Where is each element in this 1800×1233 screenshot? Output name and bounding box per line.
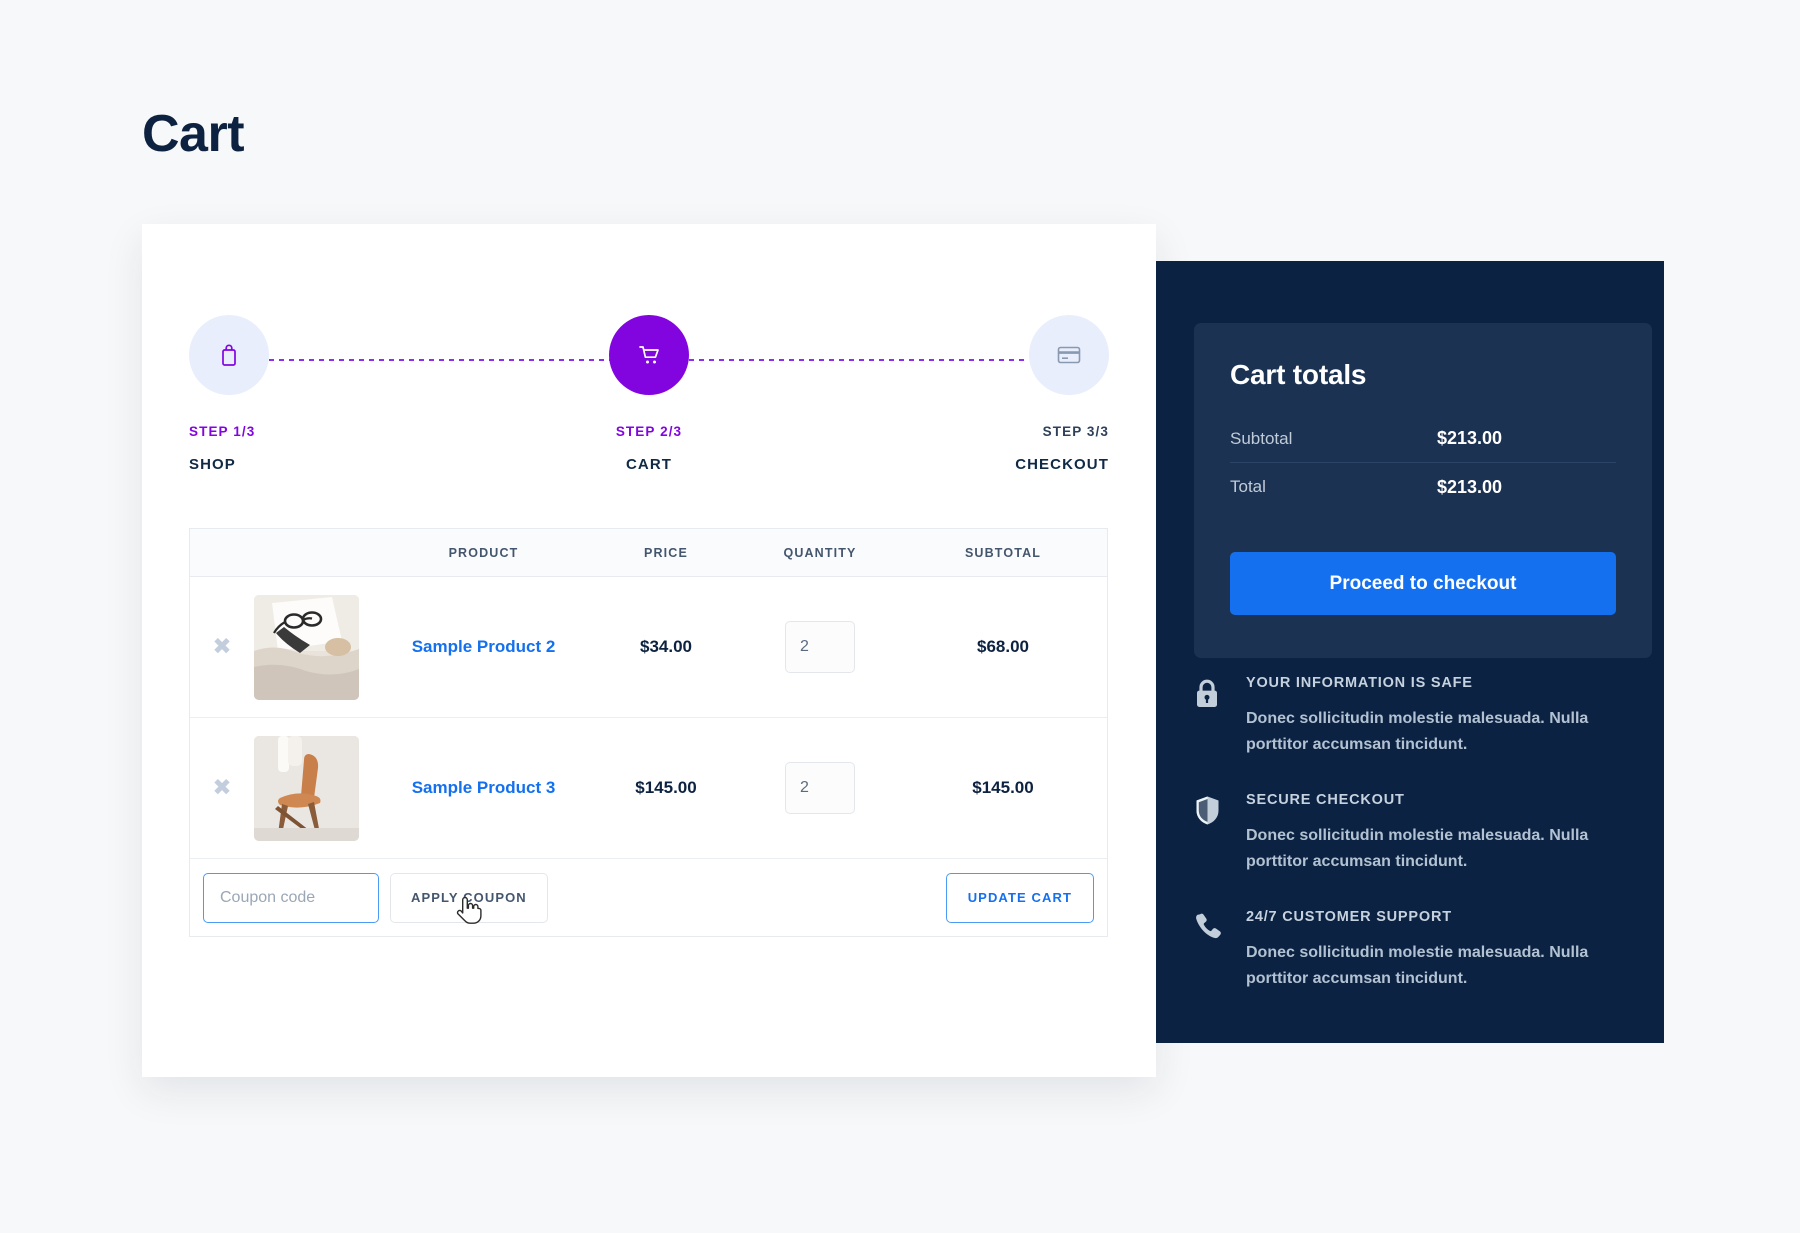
close-icon[interactable]: ✖ bbox=[212, 774, 231, 800]
product-subtotal-cell: $145.00 bbox=[899, 778, 1107, 798]
step-circle-shop[interactable] bbox=[189, 315, 269, 395]
product-thumbnail[interactable] bbox=[254, 735, 376, 841]
product-price: $34.00 bbox=[640, 637, 692, 656]
step-name-shop: SHOP bbox=[189, 456, 236, 473]
total-label: Total bbox=[1230, 477, 1266, 496]
step-number-checkout: STEP 3/3 bbox=[1042, 424, 1109, 439]
shopping-cart-icon bbox=[637, 343, 662, 367]
table-row: ✖ Sample Product 3 $145.00 2 $145.00 bbox=[190, 718, 1107, 859]
quantity-input[interactable] bbox=[785, 621, 855, 673]
header-product: PRODUCT bbox=[448, 545, 519, 560]
step-number-cart: STEP 2/3 bbox=[615, 424, 683, 439]
total-value: $213.00 bbox=[1437, 476, 1503, 497]
coupon-row: APPLY COUPON UPDATE CART bbox=[190, 859, 1107, 936]
badge-text: Donec sollicitudin molestie malesuada. N… bbox=[1246, 826, 1589, 870]
step-circle-checkout[interactable] bbox=[1029, 315, 1109, 395]
subtotal-value: $213.00 bbox=[1437, 428, 1503, 448]
step-label-shop: STEP 1/3 SHOP bbox=[189, 424, 429, 473]
step-circle-cart[interactable] bbox=[609, 315, 689, 395]
product-link[interactable]: Sample Product 2 bbox=[412, 637, 556, 656]
product-subtotal-cell: $68.00 bbox=[899, 637, 1107, 657]
proceed-to-checkout-button[interactable]: Proceed to checkout bbox=[1230, 552, 1616, 615]
lock-icon bbox=[1194, 675, 1246, 758]
cart-items-table: PRODUCT PRICE QUANTITY SUBTOTAL ✖ Sample… bbox=[189, 528, 1108, 937]
product-subtotal: $68.00 bbox=[977, 637, 1029, 656]
phone-icon bbox=[1194, 909, 1246, 992]
trust-badge-information-safe: YOUR INFORMATION IS SAFE Donec sollicitu… bbox=[1194, 675, 1634, 758]
product-thumbnail[interactable] bbox=[254, 594, 376, 700]
trust-badge-secure-checkout: SECURE CHECKOUT Donec sollicitudin moles… bbox=[1194, 792, 1634, 875]
remove-item-button[interactable]: ✖ bbox=[190, 776, 254, 800]
cart-summary-panel: Cart totals Subtotal $213.00 Total $213.… bbox=[1156, 261, 1664, 1043]
product-price-cell: $145.00 bbox=[591, 778, 741, 798]
product-price-cell: $34.00 bbox=[591, 637, 741, 657]
step-number-shop: STEP 1/3 bbox=[189, 424, 256, 439]
product-subtotal: $145.00 bbox=[972, 778, 1034, 797]
apply-coupon-button[interactable]: APPLY COUPON bbox=[390, 872, 548, 923]
cart-totals-title: Cart totals bbox=[1230, 359, 1367, 390]
trust-badges-list: YOUR INFORMATION IS SAFE Donec sollicitu… bbox=[1194, 675, 1634, 1025]
shield-icon bbox=[1194, 792, 1246, 875]
cart-totals-box: Cart totals Subtotal $213.00 Total $213.… bbox=[1194, 323, 1652, 658]
badge-title: YOUR INFORMATION IS SAFE bbox=[1246, 675, 1473, 691]
credit-card-icon bbox=[1056, 345, 1082, 365]
step-label-cart: STEP 2/3 CART bbox=[529, 424, 769, 473]
close-icon[interactable]: ✖ bbox=[212, 633, 231, 659]
step-name-cart: CART bbox=[625, 456, 673, 473]
step-label-checkout: STEP 3/3 CHECKOUT bbox=[869, 424, 1109, 473]
coupon-code-input[interactable] bbox=[203, 872, 379, 923]
header-price: PRICE bbox=[644, 545, 688, 560]
quantity-cell bbox=[741, 621, 899, 673]
checkout-progress-steps bbox=[189, 315, 1109, 405]
update-cart-button[interactable]: UPDATE CART bbox=[945, 872, 1094, 923]
table-row: ✖ Sample Product 2 $34.00 2 $68.00 bbox=[190, 577, 1107, 718]
page-title: Cart bbox=[142, 105, 245, 163]
badge-title: SECURE CHECKOUT bbox=[1246, 791, 1405, 808]
checkout-step-labels: STEP 1/3 SHOP STEP 2/3 CART STEP 3/3 CHE… bbox=[189, 424, 1109, 484]
quantity-input[interactable] bbox=[785, 762, 855, 814]
totals-row-subtotal: Subtotal $213.00 bbox=[1230, 415, 1616, 463]
header-subtotal: SUBTOTAL bbox=[964, 545, 1042, 560]
remove-item-button[interactable]: ✖ bbox=[190, 635, 254, 659]
product-link[interactable]: Sample Product 3 bbox=[412, 778, 556, 797]
quantity-cell bbox=[741, 762, 899, 814]
header-quantity: QUANTITY bbox=[783, 545, 857, 560]
badge-text: Donec sollicitudin molestie malesuada. N… bbox=[1246, 710, 1589, 753]
badge-title: 24/7 CUSTOMER SUPPORT bbox=[1246, 908, 1452, 925]
subtotal-label: Subtotal bbox=[1230, 428, 1293, 448]
table-header-row: PRODUCT PRICE QUANTITY SUBTOTAL bbox=[190, 529, 1107, 577]
badge-text: Donec sollicitudin molestie malesuada. N… bbox=[1246, 943, 1589, 987]
totals-row-total: Total $213.00 bbox=[1230, 463, 1616, 511]
shopping-bag-icon bbox=[218, 343, 240, 367]
product-name-cell: Sample Product 2 bbox=[376, 637, 591, 657]
step-name-checkout: CHECKOUT bbox=[1015, 456, 1109, 473]
product-name-cell: Sample Product 3 bbox=[376, 778, 591, 798]
product-price: $145.00 bbox=[635, 778, 697, 797]
trust-badge-customer-support: 24/7 CUSTOMER SUPPORT Donec sollicitudin… bbox=[1194, 909, 1634, 992]
